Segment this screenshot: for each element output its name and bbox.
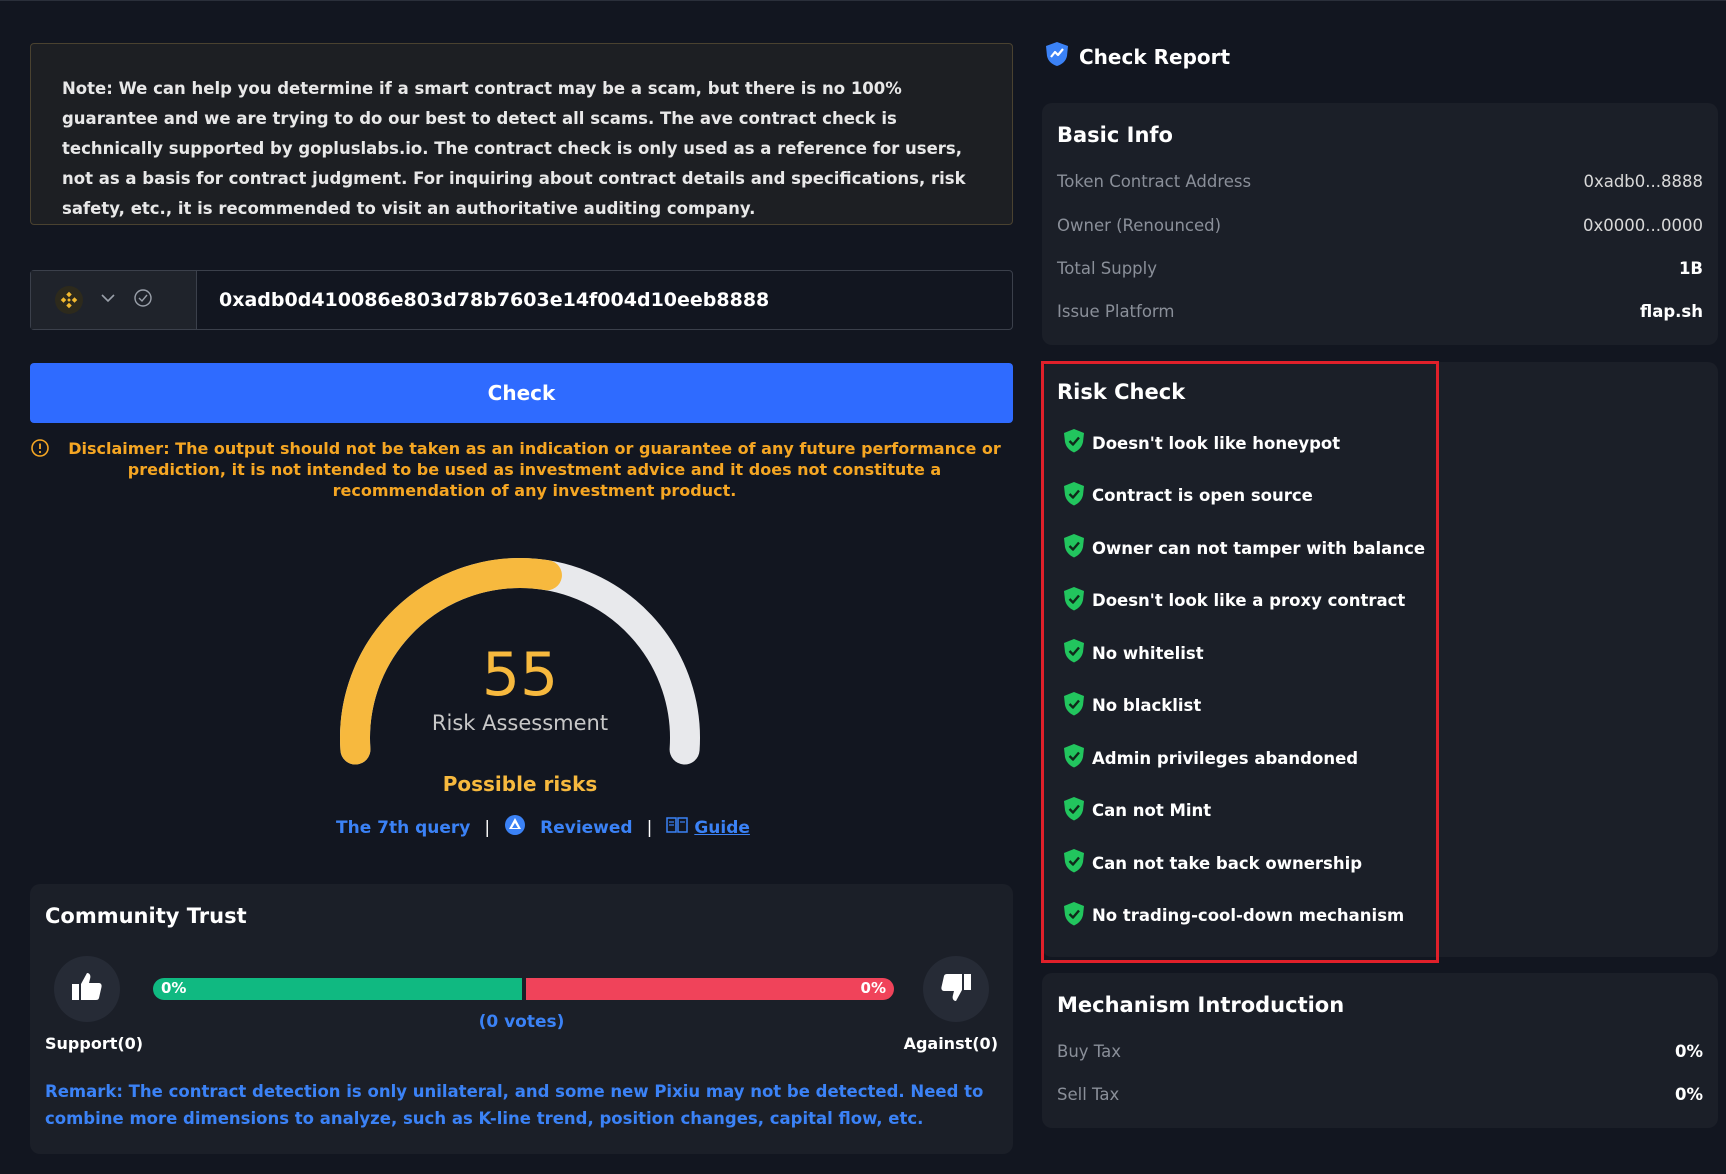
info-row-buy-tax: Buy Tax 0% — [1057, 1042, 1703, 1061]
risk-assessment-label: Risk Assessment — [431, 711, 609, 735]
info-key: Buy Tax — [1057, 1042, 1122, 1061]
shield-check-icon — [1062, 428, 1086, 458]
separator: | — [484, 817, 491, 838]
mechanism-title: Mechanism Introduction — [1057, 993, 1345, 1017]
info-icon — [30, 438, 50, 501]
info-value: 0% — [1674, 1042, 1703, 1061]
risk-check-label: Contract is open source — [1092, 486, 1313, 505]
info-value[interactable]: 0xadb0...8888 — [1583, 172, 1703, 191]
risk-check-item: Owner can not tamper with balance — [1062, 533, 1425, 563]
reviewed-icon — [504, 814, 526, 841]
chevron-down-icon — [99, 289, 117, 311]
verified-check-icon — [133, 288, 153, 312]
info-row-contract-address: Token Contract Address 0xadb0...8888 — [1057, 172, 1703, 191]
separator: | — [646, 817, 653, 838]
info-key: Total Supply — [1057, 259, 1158, 278]
shield-check-icon — [1062, 586, 1086, 616]
contract-search-bar — [30, 270, 1013, 330]
thumbs-down-icon — [938, 969, 974, 1009]
risk-check-panel: Risk Check Doesn't look like honeypot Con… — [1042, 362, 1718, 957]
top-divider — [0, 0, 1726, 1]
risk-check-item: No blacklist — [1062, 691, 1201, 721]
info-row-issue-platform: Issue Platform flap.sh — [1057, 302, 1703, 321]
info-row-owner: Owner (Renounced) 0x0000...0000 — [1057, 216, 1703, 235]
risk-score: 55 — [481, 640, 559, 710]
support-bar — [153, 978, 522, 1000]
support-label: Support(0) — [45, 1034, 144, 1053]
trust-bar: 0% 0% — [153, 978, 894, 1000]
shield-check-icon — [1062, 901, 1086, 931]
mechanism-panel: Mechanism Introduction Buy Tax 0% Sell T… — [1042, 973, 1718, 1128]
check-report-title: Check Report — [1079, 44, 1231, 69]
risk-check-item: Admin privileges abandoned — [1062, 743, 1358, 773]
shield-check-icon — [1062, 481, 1086, 511]
info-key: Issue Platform — [1057, 302, 1175, 321]
support-percent: 0% — [161, 979, 187, 997]
info-value: 0% — [1674, 1085, 1703, 1104]
guide-label: Guide — [694, 817, 750, 838]
assessment-meta: The 7th query | Reviewed | Guide — [336, 814, 750, 841]
shield-check-icon — [1062, 848, 1086, 878]
risk-check-item: Can not take back ownership — [1062, 848, 1362, 878]
check-button[interactable]: Check — [30, 363, 1013, 423]
scam-check-note: Note: We can help you determine if a sma… — [30, 43, 1013, 225]
against-bar — [525, 978, 894, 1000]
risk-check-label: Owner can not tamper with balance — [1092, 538, 1426, 558]
chain-selector[interactable] — [31, 271, 197, 329]
query-count: The 7th query — [336, 817, 471, 838]
info-value: flap.sh — [1639, 302, 1703, 321]
risk-check-title: Risk Check — [1057, 380, 1186, 404]
risk-check-item: Contract is open source — [1062, 481, 1313, 511]
against-label: Against(0) — [903, 1034, 998, 1053]
risk-check-label: Can not take back ownership — [1092, 853, 1363, 873]
vote-count: (0 votes) — [478, 1012, 565, 1032]
risk-check-label: Can not Mint — [1092, 801, 1212, 820]
disclaimer-text: Disclaimer: The output should not be tak… — [68, 439, 1001, 500]
check-report-header: Check Report — [1043, 40, 1230, 73]
community-trust-title: Community Trust — [45, 904, 247, 928]
risk-check-label: No trading-cool-down mechanism — [1092, 906, 1405, 925]
shield-check-icon — [1062, 743, 1086, 773]
risk-check-label: Admin privileges abandoned — [1092, 748, 1359, 768]
risk-check-item: Can not Mint — [1062, 796, 1211, 826]
book-icon — [666, 816, 689, 839]
risk-check-item: No trading-cool-down mechanism — [1062, 901, 1404, 931]
shield-check-icon — [1062, 638, 1086, 668]
disclaimer: Disclaimer: The output should not be tak… — [30, 438, 1013, 501]
info-key: Owner (Renounced) — [1057, 216, 1222, 235]
against-percent: 0% — [860, 979, 886, 997]
risk-check-label: Doesn't look like a proxy contract — [1092, 591, 1406, 610]
reviewed-label[interactable]: Reviewed — [540, 818, 632, 838]
basic-info-title: Basic Info — [1057, 123, 1173, 147]
shield-check-icon — [1062, 691, 1086, 721]
community-trust-panel: Community Trust 0% 0% (0 votes) Support(… — [30, 884, 1013, 1154]
risk-check-item: No whitelist — [1062, 638, 1204, 668]
risk-check-label: No blacklist — [1092, 696, 1202, 715]
risk-check-label: No whitelist — [1092, 643, 1204, 663]
risk-status: Possible risks — [442, 772, 598, 796]
info-row-sell-tax: Sell Tax 0% — [1057, 1085, 1703, 1104]
contract-address-input[interactable] — [197, 271, 1012, 329]
thumbs-up-icon — [69, 969, 105, 1009]
info-value[interactable]: 0x0000...0000 — [1583, 216, 1703, 235]
shield-check-icon — [1062, 533, 1086, 563]
info-row-total-supply: Total Supply 1B — [1057, 259, 1703, 278]
bnb-chain-icon — [55, 286, 83, 314]
report-chart-icon — [1043, 40, 1071, 73]
risk-check-label: Doesn't look like honeypot — [1092, 433, 1341, 453]
info-value: 1B — [1678, 259, 1703, 278]
info-key: Token Contract Address — [1057, 172, 1252, 191]
basic-info-panel: Basic Info Token Contract Address 0xadb0… — [1042, 103, 1718, 345]
shield-check-icon — [1062, 796, 1086, 826]
remark-text: Remark: The contract detection is only u… — [45, 1082, 984, 1128]
risk-check-item: Doesn't look like honeypot — [1062, 428, 1340, 458]
info-key: Sell Tax — [1057, 1085, 1120, 1104]
guide-link[interactable]: Guide — [666, 816, 750, 839]
risk-check-item: Doesn't look like a proxy contract — [1062, 586, 1405, 616]
